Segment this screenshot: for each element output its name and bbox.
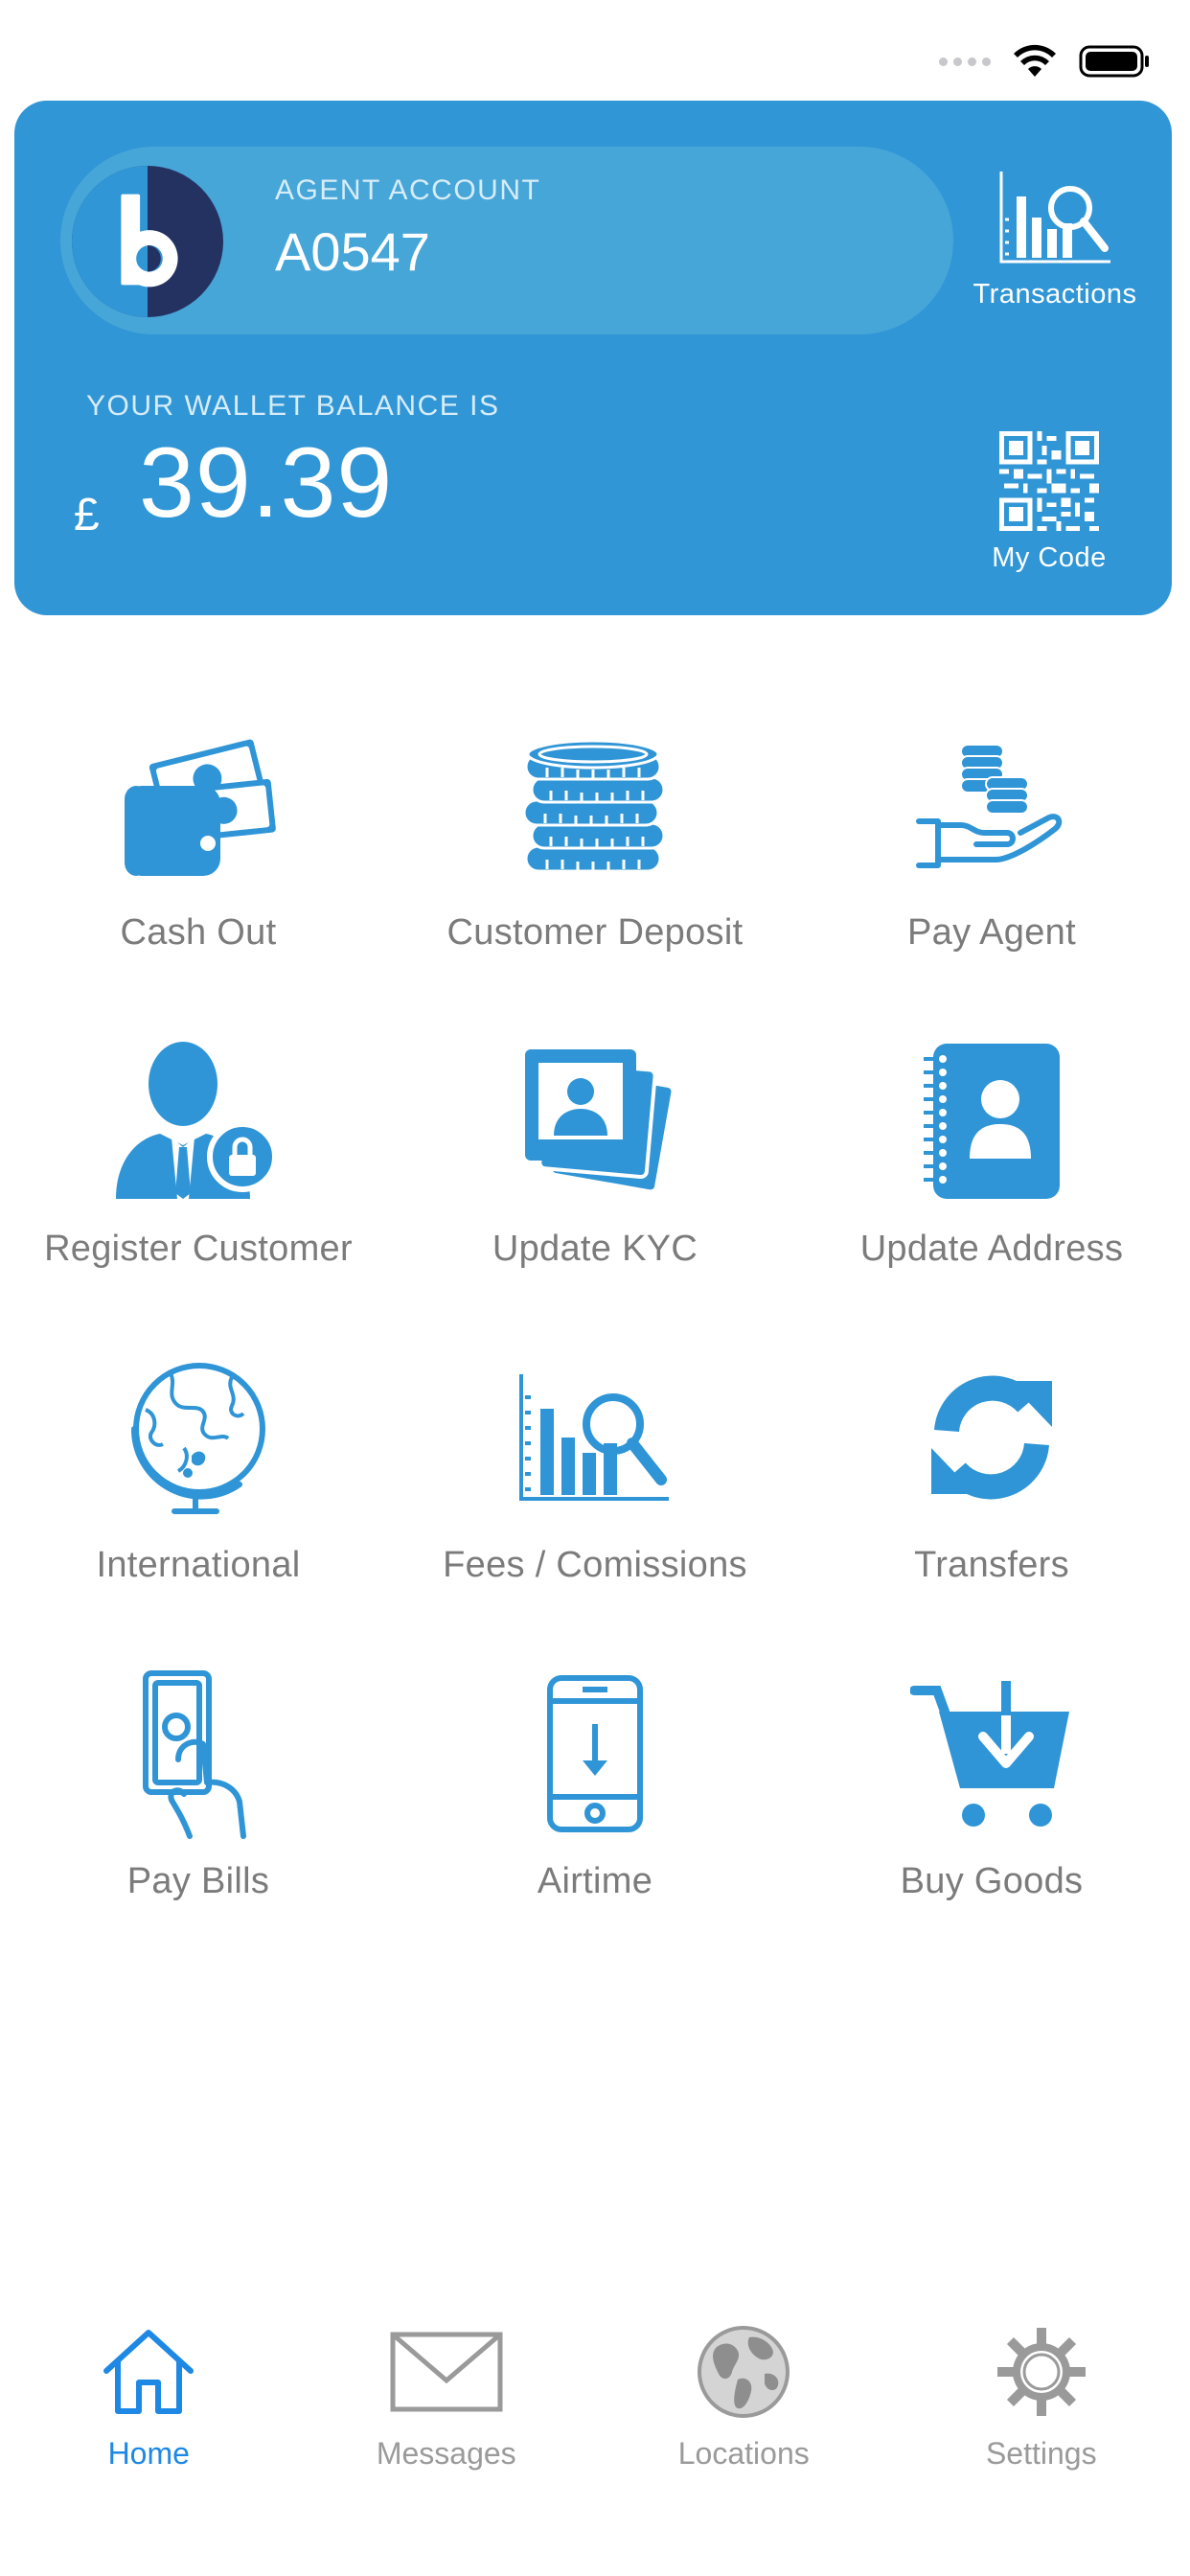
signal-dots-icon: [939, 57, 991, 66]
hand-bill-icon: [143, 1670, 246, 1839]
account-label: AGENT ACCOUNT: [275, 174, 541, 206]
international-label: International: [96, 1545, 301, 1585]
cash-out-label: Cash Out: [120, 912, 277, 953]
airtime-label: Airtime: [537, 1861, 653, 1901]
chart-search-icon: [519, 1374, 669, 1501]
tab-bar: Home Messages Locations Settings: [0, 2319, 1190, 2492]
my-code-button[interactable]: My Code: [944, 431, 1155, 574]
tab-messages-label: Messages: [376, 2436, 516, 2471]
my-code-label: My Code: [992, 542, 1107, 573]
refresh-arrows-icon: [931, 1375, 1052, 1500]
fees-commissions-button[interactable]: Fees / Comissions: [397, 1351, 793, 1668]
tab-messages[interactable]: Messages: [298, 2319, 596, 2492]
globe-icon: [130, 1363, 265, 1514]
customer-deposit-label: Customer Deposit: [446, 912, 744, 953]
qr-code-icon: [999, 431, 1099, 531]
account-card: AGENT ACCOUNT A0547 Transactions YOUR WA…: [14, 101, 1172, 615]
envelope-icon: [390, 2332, 503, 2412]
transfers-button[interactable]: Transfers: [793, 1351, 1190, 1668]
user-lock-icon: [116, 1042, 278, 1199]
coin-stack-icon: [522, 739, 666, 873]
balance-label: YOUR WALLET BALANCE IS: [86, 390, 500, 422]
update-address-button[interactable]: Update Address: [793, 1035, 1190, 1351]
tab-locations-label: Locations: [677, 2436, 810, 2471]
pay-bills-label: Pay Bills: [126, 1861, 270, 1901]
battery-icon: [1079, 45, 1149, 78]
cash-out-button[interactable]: Cash Out: [0, 719, 397, 1035]
buy-goods-label: Buy Goods: [900, 1861, 1084, 1901]
tab-settings-label: Settings: [985, 2436, 1097, 2471]
fees-commissions-label: Fees / Comissions: [443, 1545, 747, 1585]
gear-icon: [996, 2328, 1086, 2416]
international-button[interactable]: International: [0, 1351, 397, 1668]
update-address-label: Update Address: [859, 1229, 1124, 1269]
wifi-icon: [1014, 44, 1056, 77]
pay-agent-button[interactable]: Pay Agent: [793, 719, 1190, 1035]
transactions-label: Transactions: [973, 279, 1137, 310]
airtime-button[interactable]: Airtime: [397, 1668, 793, 1984]
services-grid: Cash Out Customer Deposit Pay Agent Regi…: [0, 719, 1190, 1984]
tab-locations[interactable]: Locations: [595, 2319, 893, 2492]
account-number: A0547: [275, 221, 430, 282]
transactions-button[interactable]: Transactions: [950, 168, 1160, 310]
home-icon: [103, 2330, 195, 2414]
register-customer-button[interactable]: Register Customer: [0, 1035, 397, 1351]
register-customer-label: Register Customer: [44, 1229, 353, 1269]
tab-home[interactable]: Home: [0, 2319, 298, 2492]
tab-settings[interactable]: Settings: [893, 2319, 1190, 2492]
buy-goods-button[interactable]: Buy Goods: [793, 1668, 1190, 1984]
currency-symbol: £: [74, 490, 100, 540]
tab-home-label: Home: [107, 2436, 190, 2471]
update-kyc-button[interactable]: Update KYC: [397, 1035, 793, 1351]
customer-deposit-button[interactable]: Customer Deposit: [397, 719, 793, 1035]
wallet-cash-icon: [125, 739, 276, 876]
hand-coins-icon: [916, 744, 1063, 868]
transfers-label: Transfers: [914, 1545, 1069, 1585]
address-book-icon: [924, 1044, 1060, 1199]
globe-icon: [698, 2326, 790, 2418]
update-kyc-label: Update KYC: [492, 1229, 698, 1269]
status-bar: [939, 42, 1152, 80]
cart-download-icon: [910, 1681, 1069, 1827]
pay-agent-label: Pay Agent: [907, 912, 1076, 953]
phone-download-icon: [547, 1675, 643, 1832]
wallet-balance: 39.39: [139, 427, 394, 539]
pay-bills-button[interactable]: Pay Bills: [0, 1668, 397, 1984]
photo-id-icon: [525, 1049, 675, 1194]
chart-search-icon: [999, 172, 1110, 264]
brand-logo: [72, 166, 223, 317]
